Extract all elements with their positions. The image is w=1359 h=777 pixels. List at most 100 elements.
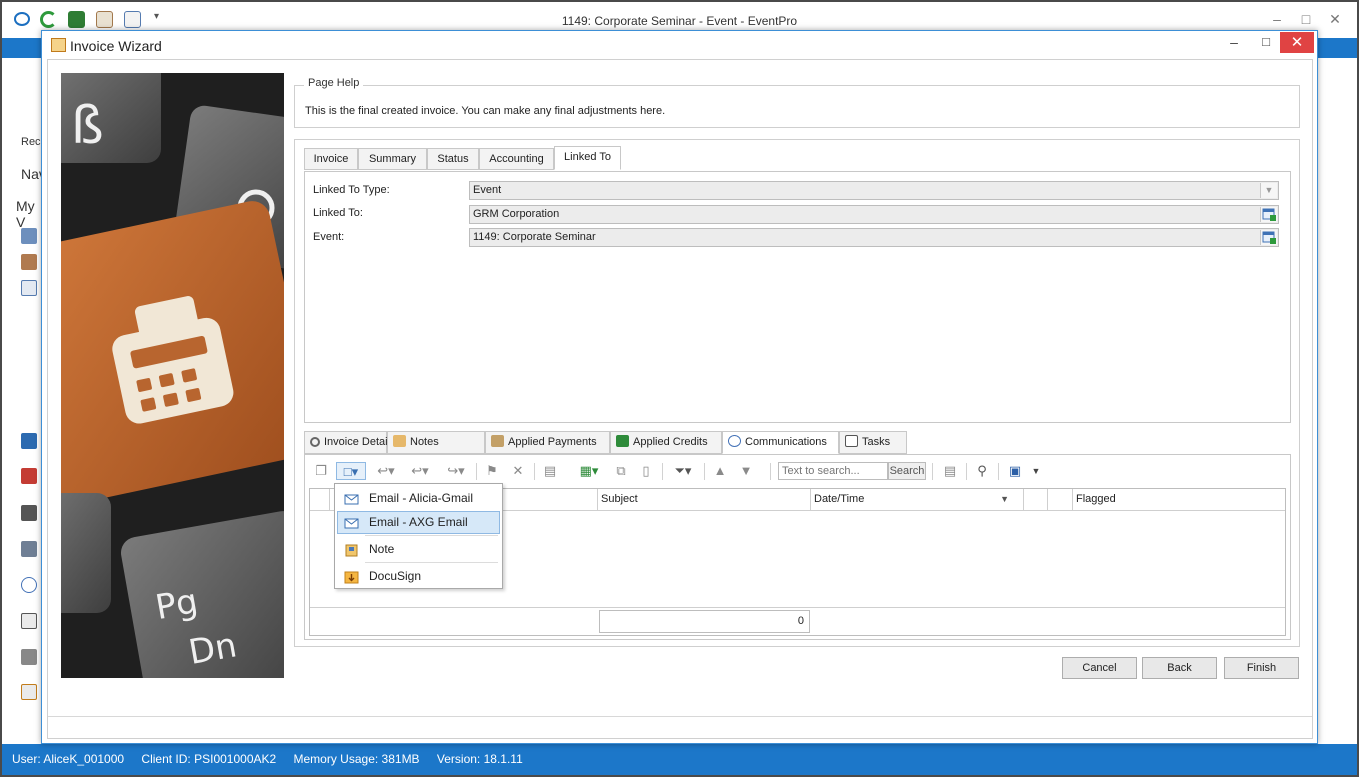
menu-item-note[interactable]: Note: [337, 538, 500, 561]
cancel-button[interactable]: Cancel: [1062, 657, 1137, 679]
calendar-icon[interactable]: [21, 254, 37, 270]
linked-to-type-select[interactable]: Event ▼: [469, 181, 1279, 200]
grid-header-indicator[interactable]: [310, 489, 330, 511]
move-up-icon[interactable]: ▲: [712, 462, 728, 480]
clipboard-icon[interactable]: ▤: [942, 462, 958, 480]
back-button[interactable]: Back: [1142, 657, 1217, 679]
minimize-icon[interactable]: –: [1268, 11, 1286, 27]
menu-item-email-alicia-gmail[interactable]: Email - Alicia-Gmail: [337, 487, 500, 510]
user-icon[interactable]: [21, 228, 37, 244]
close-icon[interactable]: ✕: [1326, 11, 1344, 27]
my-views-label: My V: [16, 198, 35, 230]
search-input[interactable]: [778, 462, 888, 480]
toolbar-separator: [966, 463, 967, 480]
tab-notes[interactable]: Notes: [387, 431, 485, 454]
event-label: Event:: [313, 231, 345, 243]
export-icon[interactable]: ⧉: [613, 462, 629, 480]
tab-tasks[interactable]: Tasks: [839, 431, 907, 454]
tab-applied-credits[interactable]: Applied Credits: [610, 431, 722, 454]
maximize-icon[interactable]: □: [1297, 11, 1315, 27]
contacts-icon[interactable]: [21, 541, 37, 557]
finish-button[interactable]: Finish: [1224, 657, 1299, 679]
footer-divider: [48, 716, 1312, 717]
wizard-close-icon[interactable]: ✕: [1280, 32, 1314, 53]
new-item-menu: Email - Alicia-Gmail Email - AXG Email N…: [334, 483, 503, 589]
notes-icon: [393, 435, 406, 447]
tab-tasks-label: Tasks: [862, 436, 891, 448]
tab-applied-payments-label: Applied Payments: [508, 436, 597, 448]
wizard-icon: [51, 38, 66, 52]
grid-header-flagged[interactable]: Flagged: [1073, 489, 1285, 511]
clipboard-icon[interactable]: [21, 613, 37, 629]
grid-view-icon[interactable]: ▦▾: [576, 462, 602, 480]
linked-to-value: GRM Corporation: [473, 208, 560, 220]
tab-accounting[interactable]: Accounting: [479, 148, 554, 170]
event-value: 1149: Corporate Seminar: [473, 231, 596, 243]
grid-header-datetime-label: Date/Time: [814, 493, 865, 505]
toolbar-separator: [770, 463, 771, 480]
lookup-icon[interactable]: [1260, 230, 1277, 245]
calculator-icon[interactable]: [21, 649, 37, 665]
new-item-dropdown-button[interactable]: □▾: [336, 462, 366, 480]
invoice-wizard-dialog: Invoice Wizard – □ ✕ ß Pg Dn Page Help T…: [41, 30, 1318, 744]
wizard-maximize-icon[interactable]: □: [1254, 34, 1278, 54]
tab-linked-to[interactable]: Linked To: [554, 146, 621, 170]
search-button[interactable]: Search: [888, 462, 926, 480]
status-client-id: Client ID: PSI001000AK2: [141, 752, 277, 766]
attachment-icon[interactable]: ▯: [638, 462, 654, 480]
reply-all-icon[interactable]: ↩▾: [408, 462, 432, 480]
speech-bubble-icon: [728, 435, 741, 447]
tab-communications[interactable]: Communications: [722, 431, 839, 454]
menu-item-label: Note: [369, 542, 395, 556]
tab-invoice-details[interactable]: Invoice Details: [304, 431, 396, 454]
toolbar-separator: [932, 463, 933, 480]
copy-icon[interactable]: ❐: [312, 462, 330, 480]
payments-icon: [491, 435, 504, 447]
report-icon[interactable]: [21, 684, 37, 700]
event-field[interactable]: 1149: Corporate Seminar: [469, 228, 1279, 247]
forward-icon[interactable]: ↪▾: [444, 462, 468, 480]
wizard-minimize-icon[interactable]: –: [1222, 34, 1246, 54]
chevron-down-icon[interactable]: ▼: [1260, 183, 1277, 198]
list-icon[interactable]: [21, 505, 37, 521]
menu-separator: [365, 535, 498, 536]
linked-to-label: Linked To:: [313, 207, 363, 219]
pin-icon[interactable]: [21, 468, 37, 484]
tab-applied-payments[interactable]: Applied Payments: [485, 431, 610, 454]
lookup-icon[interactable]: [1260, 207, 1277, 222]
tab-status[interactable]: Status: [427, 148, 479, 170]
toolbar-separator: [998, 463, 999, 480]
grid-header-datetime[interactable]: Date/Time ▼: [811, 489, 1024, 511]
status-memory: Memory Usage: 381MB: [293, 752, 420, 766]
save-layout-icon[interactable]: ▣: [1006, 462, 1024, 480]
magnifier-icon: [310, 437, 320, 447]
move-down-icon[interactable]: ▼: [738, 462, 754, 480]
delete-icon[interactable]: ✕: [510, 462, 526, 480]
invoice-tabs: Invoice Summary Status Accounting Linked…: [304, 146, 704, 172]
envelope-icon: [344, 492, 359, 505]
wizard-side-image: ß Pg Dn: [61, 73, 284, 678]
chevron-down-icon[interactable]: ▼: [1030, 462, 1042, 480]
linked-to-field[interactable]: GRM Corporation: [469, 205, 1279, 224]
grid-header-priority[interactable]: [1048, 489, 1073, 511]
tab-invoice[interactable]: Invoice: [304, 148, 358, 170]
tab-invoice-details-label: Invoice Details: [324, 436, 396, 448]
related-tabs: Invoice Details Notes Applied Payments A…: [304, 431, 914, 455]
menu-item-email-axg-email[interactable]: Email - AXG Email: [337, 511, 500, 534]
ribbon-strip: [2, 38, 44, 58]
document-icon[interactable]: [21, 280, 37, 296]
tab-summary[interactable]: Summary: [358, 148, 427, 170]
filter-icon[interactable]: ⏷▾: [670, 462, 696, 480]
grid-header-subject[interactable]: Subject: [598, 489, 811, 511]
find-icon[interactable]: ⚲: [974, 462, 990, 480]
keyboard-illustration: ß Pg Dn: [61, 73, 284, 678]
print-icon[interactable]: ▤: [542, 462, 558, 480]
reply-icon[interactable]: ↩▾: [374, 462, 398, 480]
speech-bubble-icon[interactable]: [21, 577, 37, 593]
status-version: Version: 18.1.11: [436, 752, 523, 766]
menu-item-docusign[interactable]: DocuSign: [337, 565, 500, 588]
flag-icon[interactable]: ⚑: [484, 462, 500, 480]
home-icon[interactable]: [21, 433, 37, 449]
wizard-title: Invoice Wizard: [70, 38, 162, 54]
grid-header-attachment[interactable]: [1024, 489, 1048, 511]
